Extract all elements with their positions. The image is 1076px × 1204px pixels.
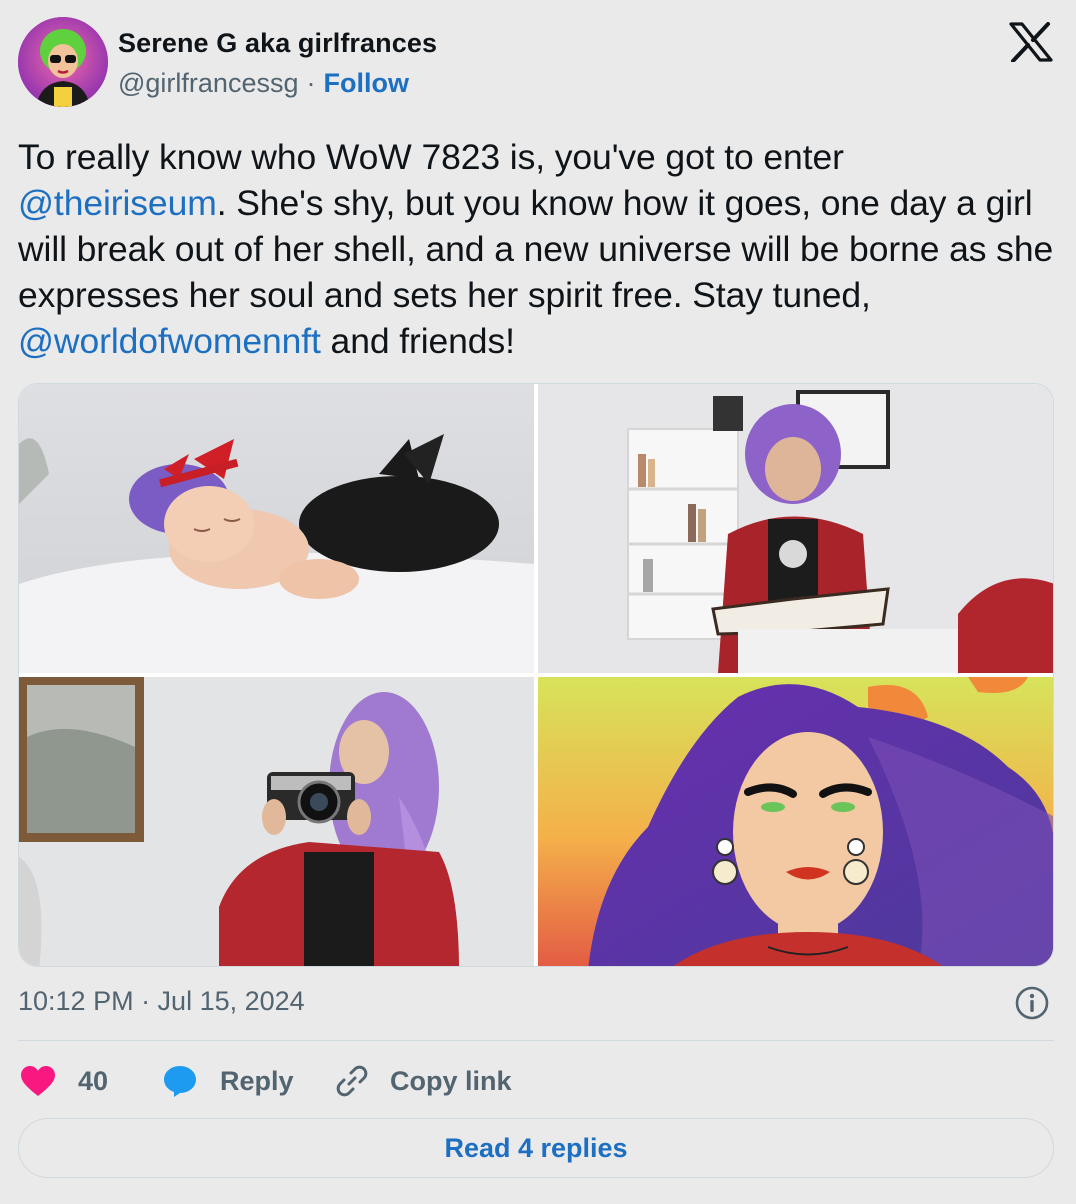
- media-grid: [18, 383, 1054, 967]
- copy-link-button[interactable]: Copy link: [334, 1058, 512, 1104]
- tweet-text: To really know who WoW 7823 is, you've g…: [18, 134, 1058, 364]
- tweet-embed-card: Serene G aka girlfrances @girlfrancessg …: [0, 0, 1076, 1204]
- media-photo-sleeping-baby[interactable]: [19, 384, 534, 673]
- link-icon: [336, 1065, 368, 1097]
- tweet-text-part: and friends!: [320, 321, 515, 361]
- x-logo-icon[interactable]: [1008, 22, 1054, 63]
- reply-bubble-icon: [164, 1066, 196, 1097]
- follow-button[interactable]: Follow: [323, 68, 408, 99]
- tweet-timestamp[interactable]: 10:12 PM · Jul 15, 2024: [18, 986, 305, 1017]
- author-avatar[interactable]: [18, 17, 108, 107]
- author-handle-row: @girlfrancessg · Follow: [118, 68, 409, 99]
- handle-separator: ·: [306, 68, 316, 98]
- tweet-text-part: To really know who WoW 7823 is, you've g…: [18, 137, 844, 177]
- heart-icon: [21, 1066, 55, 1096]
- like-count: 40: [78, 1065, 109, 1096]
- mention-link-theiriseum[interactable]: @theiriseum: [18, 183, 217, 223]
- read-replies-button[interactable]: Read 4 replies: [18, 1118, 1054, 1178]
- author-handle[interactable]: @girlfrancessg: [118, 68, 298, 99]
- info-icon[interactable]: [1014, 985, 1050, 1021]
- like-button[interactable]: 40: [20, 1058, 108, 1104]
- author-display-name[interactable]: Serene G aka girlfrances: [118, 28, 437, 59]
- reply-label: Reply: [220, 1065, 294, 1096]
- media-photo-girl-reading-book[interactable]: [538, 384, 1053, 673]
- divider: [18, 1040, 1054, 1041]
- copy-link-label: Copy link: [390, 1065, 512, 1096]
- mention-link-worldofwomennft[interactable]: @worldofwomennft: [18, 321, 321, 361]
- media-photo-girl-with-camera[interactable]: [19, 677, 534, 966]
- media-illustration-woman-purple-hair[interactable]: [538, 677, 1053, 966]
- reply-button[interactable]: Reply: [162, 1058, 294, 1104]
